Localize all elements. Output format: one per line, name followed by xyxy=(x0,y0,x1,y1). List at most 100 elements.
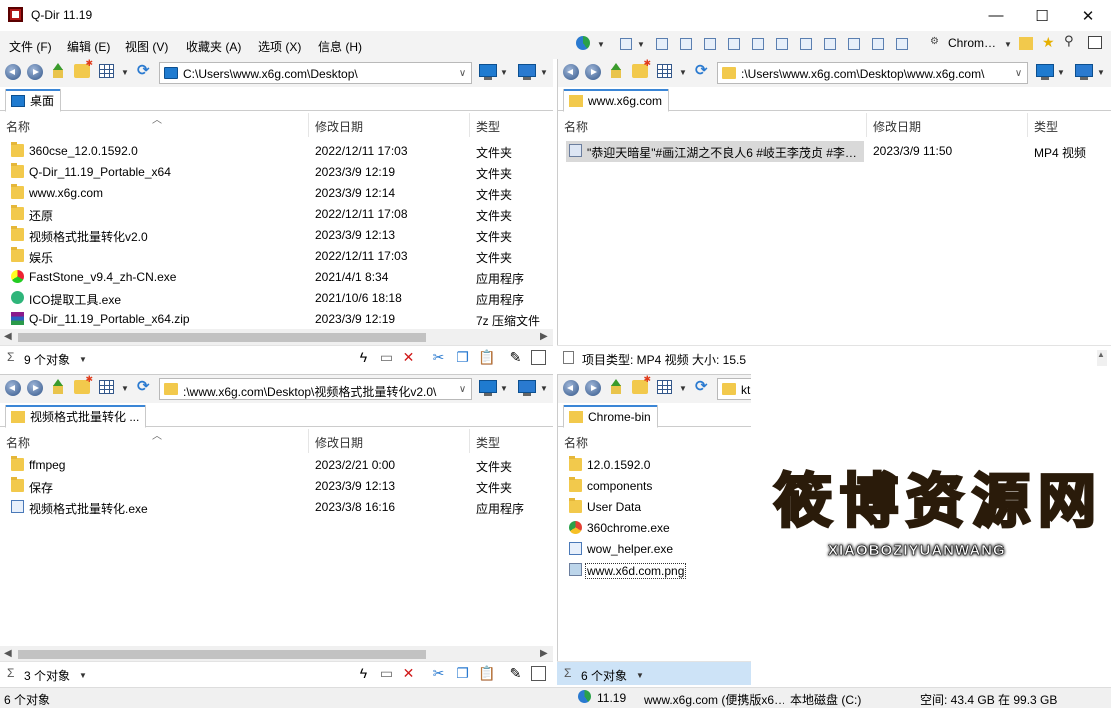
select-icon[interactable] xyxy=(531,666,546,681)
back-button[interactable] xyxy=(5,64,21,80)
cut-icon[interactable]: ✂ xyxy=(431,350,446,365)
chevron-down-icon[interactable]: ▼ xyxy=(500,68,508,77)
layout-icon[interactable] xyxy=(848,38,860,50)
address-input[interactable]: :\www.x6g.com\Desktop\视频格式批量转化v2.0\ ∨ xyxy=(159,378,472,400)
chevron-down-icon[interactable]: ▼ xyxy=(637,40,645,49)
up-folder-icon[interactable] xyxy=(608,379,624,396)
up-folder-icon[interactable] xyxy=(50,379,66,396)
properties-icon[interactable]: ✎ xyxy=(508,666,523,681)
column-modified[interactable]: 修改日期 xyxy=(309,429,470,453)
window-icon[interactable] xyxy=(1088,36,1102,49)
layout-icon[interactable] xyxy=(800,38,812,50)
monitor-icon[interactable] xyxy=(1036,64,1054,80)
settings-icon[interactable]: ⚙ xyxy=(930,36,939,47)
list-item[interactable]: 还原 2022/12/11 17:08 文件夹 xyxy=(0,204,553,225)
chevron-down-icon[interactable]: ▼ xyxy=(597,40,605,49)
chevron-down-icon[interactable]: ∨ xyxy=(453,379,471,399)
view-mode-icon[interactable] xyxy=(657,64,672,78)
copy-icon[interactable]: ❐ xyxy=(455,350,470,365)
tab-video-converter[interactable]: 视频格式批量转化 ... xyxy=(5,405,147,428)
layout-icon[interactable] xyxy=(776,38,788,50)
layout-icon[interactable] xyxy=(728,38,740,50)
monitor-icon[interactable] xyxy=(518,380,536,396)
chevron-down-icon[interactable]: ▼ xyxy=(679,68,687,77)
list-item[interactable]: 娱乐 2022/12/11 17:03 文件夹 xyxy=(0,246,553,267)
forward-button[interactable] xyxy=(585,64,601,80)
select-icon[interactable] xyxy=(531,350,546,365)
globe-icon[interactable] xyxy=(576,36,590,50)
new-folder-icon[interactable] xyxy=(632,375,651,394)
chevron-down-icon[interactable]: ▼ xyxy=(79,355,87,364)
layout-icon[interactable] xyxy=(824,38,836,50)
column-modified[interactable]: 修改日期 xyxy=(309,113,470,137)
refresh-icon[interactable]: ⟳ xyxy=(695,379,711,395)
refresh-icon[interactable]: ⟳ xyxy=(137,379,153,395)
new-folder-icon[interactable] xyxy=(74,375,93,394)
address-input[interactable]: :\Users\www.x6g.com\Desktop\www.x6g.com\… xyxy=(717,62,1028,84)
list-item[interactable]: wow_helper.exe xyxy=(558,539,751,560)
list-item[interactable]: User Data xyxy=(558,497,751,518)
tab-desktop[interactable]: 桌面 xyxy=(5,89,62,112)
chevron-down-icon[interactable]: ▼ xyxy=(1004,40,1012,49)
list-item[interactable]: 视频格式批量转化v2.0 2023/3/9 12:13 文件夹 xyxy=(0,225,553,246)
list-item[interactable]: 12.0.1592.0 xyxy=(558,455,751,476)
view-mode-icon[interactable] xyxy=(99,380,114,394)
layout-icon[interactable] xyxy=(656,38,668,50)
menu-edit[interactable]: 编辑 (E) xyxy=(67,38,110,55)
chevron-down-icon[interactable]: ▼ xyxy=(121,384,129,393)
scroll-left-icon[interactable]: ◀ xyxy=(4,648,12,659)
list-item[interactable]: www.x6d.com.png xyxy=(558,560,751,581)
up-folder-icon[interactable] xyxy=(608,63,624,80)
scroll-right-icon[interactable]: ▶ xyxy=(540,331,548,342)
chevron-down-icon[interactable]: ▼ xyxy=(1057,68,1065,77)
new-folder-icon[interactable] xyxy=(632,59,651,78)
scroll-right-icon[interactable]: ▶ xyxy=(540,648,548,659)
column-name[interactable]: 名称 xyxy=(558,429,751,453)
new-folder-icon[interactable] xyxy=(74,59,93,78)
list-item[interactable]: 360cse_12.0.1592.0 2022/12/11 17:03 文件夹 xyxy=(0,141,553,162)
chevron-down-icon[interactable]: ▼ xyxy=(540,384,548,393)
chevron-down-icon[interactable]: ▼ xyxy=(1097,68,1105,77)
scroll-thumb[interactable] xyxy=(18,333,426,342)
layout-quad-icon[interactable] xyxy=(620,38,632,50)
chevron-down-icon[interactable]: ▼ xyxy=(679,384,687,393)
list-item[interactable]: FastStone_v9.4_zh-CN.exe 2021/4/1 8:34 应用程… xyxy=(0,267,553,288)
address-input[interactable]: C:\Users\www.x6g.com\Desktop\ ∨ xyxy=(159,62,472,84)
paste-icon[interactable]: 📋 xyxy=(478,350,495,365)
up-folder-icon[interactable] xyxy=(50,63,66,80)
layout-icon[interactable] xyxy=(704,38,716,50)
list-item[interactable]: www.x6g.com 2023/3/9 12:14 文件夹 xyxy=(0,183,553,204)
list-item[interactable]: Q-Dir_11.19_Portable_x64.zip 2023/3/9 12:… xyxy=(0,309,553,330)
rename-icon[interactable]: ▭ xyxy=(379,350,394,365)
scroll-thumb[interactable] xyxy=(18,650,426,659)
close-button[interactable]: ✕ xyxy=(1065,0,1111,31)
scroll-left-icon[interactable]: ◀ xyxy=(4,331,12,342)
refresh-icon[interactable]: ⟳ xyxy=(695,63,711,79)
layout-icon[interactable] xyxy=(752,38,764,50)
delete-icon[interactable]: ✕ xyxy=(401,350,416,365)
list-item[interactable]: ICO提取工具.exe 2021/10/6 18:18 应用程序 xyxy=(0,288,553,309)
menu-file[interactable]: 文件 (F) xyxy=(9,38,52,55)
paste-icon[interactable]: 📋 xyxy=(478,666,495,681)
monitor-icon[interactable] xyxy=(479,380,497,396)
star-icon[interactable]: ★ xyxy=(1042,34,1055,51)
back-button[interactable] xyxy=(563,64,579,80)
scroll-icon[interactable]: ▲ xyxy=(1097,350,1107,366)
list-item[interactable]: 视频格式批量转化.exe 2023/3/8 16:16 应用程序 xyxy=(0,497,553,518)
back-button[interactable] xyxy=(563,380,579,396)
column-type[interactable]: 类型 xyxy=(470,429,553,453)
maximize-button[interactable]: ☐ xyxy=(1019,0,1065,31)
view-mode-icon[interactable] xyxy=(657,380,672,394)
menu-favorites[interactable]: 收藏夹 (A) xyxy=(186,38,241,55)
forward-button[interactable] xyxy=(27,64,43,80)
back-button[interactable] xyxy=(5,380,21,396)
flash-icon[interactable]: ϟ xyxy=(356,350,371,365)
column-modified[interactable]: 修改日期 xyxy=(867,113,1028,137)
list-item[interactable]: 保存 2023/3/9 12:13 文件夹 xyxy=(0,476,553,497)
list-item[interactable]: Q-Dir_11.19_Portable_x64 2023/3/9 12:19 文件… xyxy=(0,162,553,183)
list-item[interactable]: ffmpeg 2023/2/21 0:00 文件夹 xyxy=(0,455,553,476)
forward-button[interactable] xyxy=(27,380,43,396)
zoom-icon[interactable]: ⚲ xyxy=(1064,33,1074,49)
flash-icon[interactable]: ϟ xyxy=(356,666,371,681)
layout-icon[interactable] xyxy=(872,38,884,50)
